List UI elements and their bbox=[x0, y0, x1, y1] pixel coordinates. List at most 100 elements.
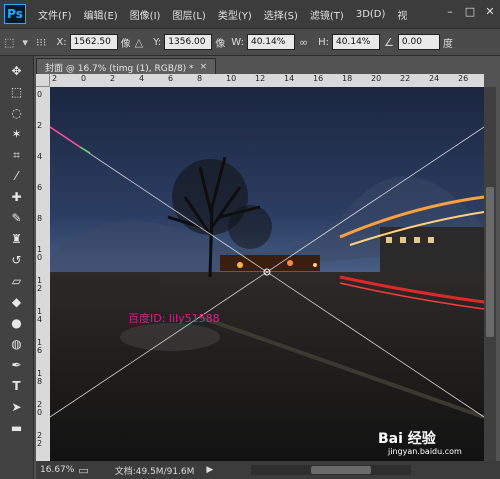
window bbox=[386, 237, 392, 243]
light bbox=[313, 263, 317, 267]
options-bar: ⬚ ▾ ⁝⁝⁝ X: 1562.50 像 △ Y: 1356.00 像 W: 4… bbox=[0, 28, 500, 56]
ruler-tick-label: 4 bbox=[37, 152, 43, 161]
status-info-icon[interactable]: ▭ bbox=[78, 464, 88, 477]
menu-edit[interactable]: 编辑(E) bbox=[78, 7, 124, 22]
status-bar: 16.67% ▭ 文档:49.5M/91.6M ▶ bbox=[36, 461, 500, 479]
ruler-tick-label: 24 bbox=[429, 74, 440, 83]
zoom-level[interactable]: 16.67% bbox=[40, 465, 74, 475]
town-glow bbox=[220, 255, 320, 271]
maximize-icon[interactable]: □ bbox=[464, 6, 476, 18]
horizontal-scrollbar[interactable] bbox=[251, 465, 411, 475]
ruler-tick-label: 2 bbox=[52, 74, 58, 83]
menu-layer[interactable]: 图层(L) bbox=[166, 7, 211, 22]
magic-wand-tool-icon[interactable]: ✶ bbox=[6, 125, 28, 143]
ruler-tick-label: 10 bbox=[226, 74, 237, 83]
menu-view[interactable]: 视 bbox=[391, 7, 413, 22]
scrollbar-thumb[interactable] bbox=[311, 466, 371, 474]
ruler-tick-label: 16 bbox=[313, 74, 324, 83]
light bbox=[237, 262, 243, 268]
scrollbar-thumb[interactable] bbox=[486, 187, 494, 337]
delta-icon[interactable]: △ bbox=[135, 36, 143, 49]
ruler-tick-label: 1 4 bbox=[37, 307, 43, 324]
vertical-scrollbar[interactable] bbox=[484, 87, 496, 461]
reference-point-icon[interactable]: ⁝⁝⁝ bbox=[36, 36, 47, 49]
angle-icon: ∠ bbox=[384, 35, 394, 49]
chevron-down-icon[interactable]: ▾ bbox=[22, 36, 28, 49]
ruler-tick-label: 1 0 bbox=[37, 245, 43, 262]
horizontal-ruler[interactable]: 2 0 2 4 6 8 10 12 14 16 18 20 22 24 26 bbox=[50, 74, 484, 88]
link-icon[interactable]: ∞ bbox=[299, 36, 308, 49]
baidu-logo: Bai 经验 bbox=[378, 431, 436, 447]
document-tab-title: 封面 @ 16.7% (timg (1), RGB/8) * bbox=[45, 63, 194, 74]
menu-file[interactable]: 文件(F) bbox=[32, 7, 78, 22]
w-field[interactable]: 40.14% bbox=[246, 34, 295, 50]
history-brush-tool-icon[interactable]: ↺ bbox=[6, 251, 28, 269]
ruler-tick-label: 8 bbox=[37, 214, 43, 223]
close-tab-icon[interactable]: × bbox=[200, 62, 208, 72]
y-unit: 像 bbox=[215, 38, 226, 50]
ruler-tick-label: 20 bbox=[371, 74, 382, 83]
transform-tool-icon[interactable]: ⬚ bbox=[4, 36, 14, 49]
document-size: 文档:49.5M/91.6M bbox=[114, 466, 195, 477]
close-icon[interactable]: ✕ bbox=[484, 6, 496, 18]
ruler-corner[interactable] bbox=[36, 74, 50, 87]
photoshop-logo: Ps bbox=[4, 4, 26, 24]
minimize-icon[interactable]: – bbox=[444, 6, 456, 18]
ruler-tick-label: 2 0 bbox=[37, 400, 43, 417]
angle-unit: 度 bbox=[442, 38, 453, 50]
eyedropper-tool-icon[interactable]: ⁄ bbox=[6, 167, 28, 185]
menu-image[interactable]: 图像(I) bbox=[124, 7, 167, 22]
document-canvas[interactable] bbox=[50, 87, 484, 461]
angle-field[interactable]: 0.00 bbox=[397, 34, 440, 50]
paint-bucket-tool-icon[interactable]: ◆ bbox=[6, 293, 28, 311]
x-field[interactable]: 1562.50 bbox=[69, 34, 118, 50]
ruler-tick-label: 6 bbox=[37, 183, 43, 192]
y-field[interactable]: 1356.00 bbox=[164, 34, 213, 50]
dodge-tool-icon[interactable]: ◍ bbox=[6, 335, 28, 353]
menu-3d[interactable]: 3D(D) bbox=[350, 9, 392, 20]
ruler-tick-label: 6 bbox=[168, 74, 174, 83]
ruler-tick-label: 12 bbox=[255, 74, 266, 83]
lasso-tool-icon[interactable]: ◌ bbox=[6, 104, 28, 122]
h-label: H: bbox=[318, 36, 330, 48]
menu-type[interactable]: 类型(Y) bbox=[212, 7, 258, 22]
crop-tool-icon[interactable]: ⌗ bbox=[6, 146, 28, 164]
menu-select[interactable]: 选择(S) bbox=[258, 7, 304, 22]
marquee-tool-icon[interactable]: ⬚ bbox=[6, 83, 28, 101]
ruler-tick-label: 14 bbox=[284, 74, 295, 83]
type-tool-icon[interactable]: T bbox=[6, 377, 28, 395]
window bbox=[414, 237, 420, 243]
move-tool-icon[interactable]: ✥ bbox=[6, 62, 28, 80]
brush-tool-icon[interactable]: ✎ bbox=[6, 209, 28, 227]
vertical-ruler[interactable]: 0 2 4 6 8 1 0 1 2 1 4 1 6 1 8 2 0 2 2 bbox=[36, 87, 51, 461]
ruler-tick-label: 1 8 bbox=[37, 369, 43, 386]
y-label: Y: bbox=[153, 36, 162, 48]
ruler-tick-label: 4 bbox=[139, 74, 145, 83]
building bbox=[380, 227, 484, 272]
ruler-tick-label: 8 bbox=[197, 74, 203, 83]
ruler-tick-label: 0 bbox=[81, 74, 87, 83]
canvas-photo bbox=[50, 87, 484, 461]
x-label: X: bbox=[56, 36, 67, 48]
light bbox=[287, 260, 293, 266]
blur-tool-icon[interactable]: ● bbox=[6, 314, 28, 332]
window bbox=[400, 237, 406, 243]
status-menu-arrow-icon[interactable]: ▶ bbox=[206, 465, 213, 475]
watermark-text: 百度ID: lily51588 bbox=[128, 312, 220, 325]
ruler-tick-label: 2 bbox=[110, 74, 116, 83]
ruler-tick-label: 22 bbox=[400, 74, 411, 83]
menu-filter[interactable]: 滤镜(T) bbox=[304, 7, 350, 22]
ruler-tick-label: 0 bbox=[37, 90, 43, 99]
ruler-tick-label: 2 bbox=[37, 121, 43, 130]
ruler-tick-label: 2 2 bbox=[37, 431, 43, 448]
h-field[interactable]: 40.14% bbox=[332, 34, 381, 50]
rectangle-tool-icon[interactable]: ▬ bbox=[6, 419, 28, 437]
window-controls: – □ ✕ bbox=[444, 6, 496, 18]
eraser-tool-icon[interactable]: ▱ bbox=[6, 272, 28, 290]
path-selection-tool-icon[interactable]: ➤ bbox=[6, 398, 28, 416]
stamp-tool-icon[interactable]: ♜ bbox=[6, 230, 28, 248]
menu-bar: Ps 文件(F) 编辑(E) 图像(I) 图层(L) 类型(Y) 选择(S) 滤… bbox=[0, 0, 500, 28]
window bbox=[428, 237, 434, 243]
pen-tool-icon[interactable]: ✒ bbox=[6, 356, 28, 374]
healing-brush-tool-icon[interactable]: ✚ bbox=[6, 188, 28, 206]
